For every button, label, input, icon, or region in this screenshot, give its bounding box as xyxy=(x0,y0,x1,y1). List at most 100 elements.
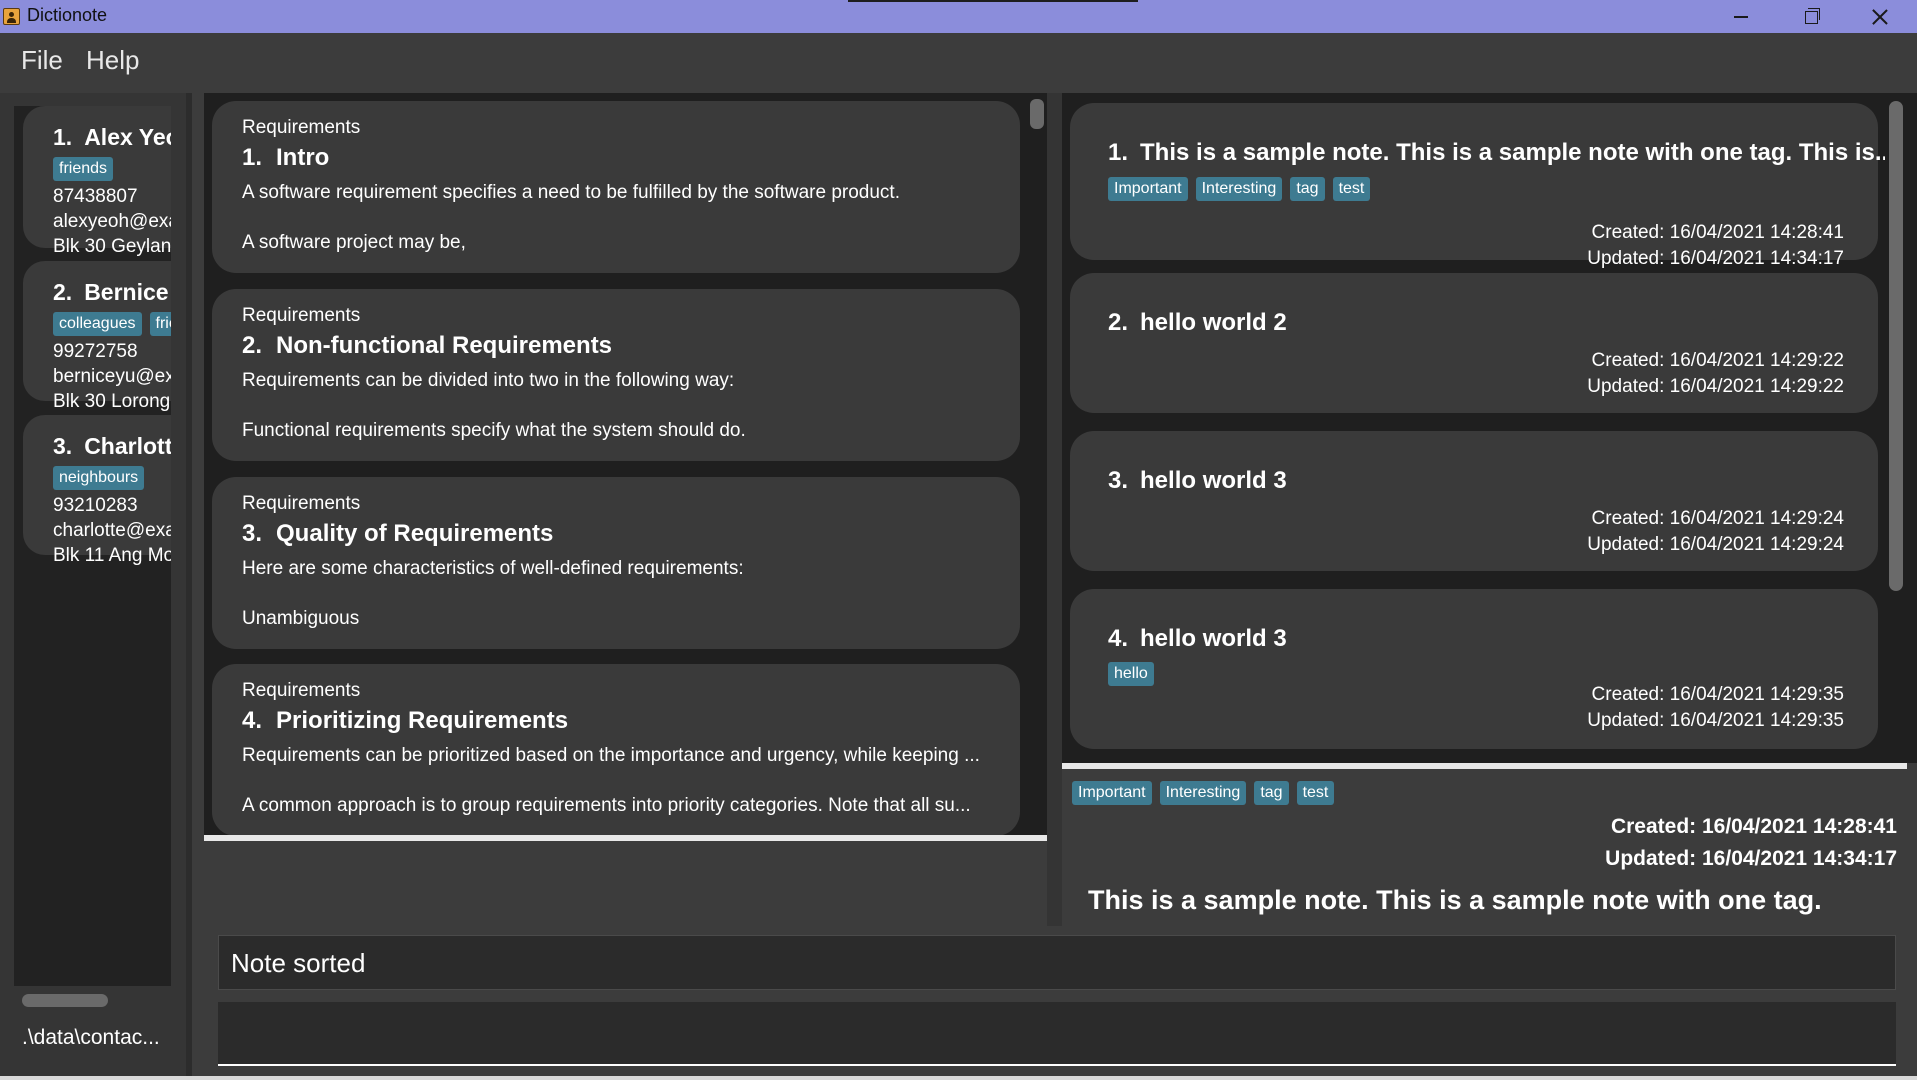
note-content-updated: Updated: 16/04/2021 14:34:17 xyxy=(1605,847,1897,870)
note-content-tags: Important Interesting tag test xyxy=(1072,781,1342,805)
dictionary-index: 2. xyxy=(242,332,263,359)
menu-help[interactable]: Help xyxy=(86,45,139,76)
dictionary-card[interactable]: Requirements 2. Non-functional Requiremen… xyxy=(212,289,1020,461)
dictionary-line: Requirements can be prioritized based on… xyxy=(242,745,980,766)
notes-vertical-scrollbar[interactable] xyxy=(1885,93,1907,763)
scrollbar-thumb[interactable] xyxy=(22,994,108,1007)
contact-address: Blk 30 Geylang Street 29 xyxy=(53,236,171,257)
dictionary-vertical-scrollbar[interactable] xyxy=(1027,93,1047,835)
note-content-body: This is a sample note. This is a sample … xyxy=(1088,885,1822,915)
dictionary-index: 3. xyxy=(242,520,263,547)
note-title: 2. hello world 2 xyxy=(1108,309,1287,337)
note-content-panel: Important Interesting tag test Created: 16/… xyxy=(1062,769,1917,926)
note-card[interactable]: 3. hello world 3 Created: 16/04/2021 14:2… xyxy=(1070,431,1878,571)
note-card[interactable]: 2. hello world 2 Created: 16/04/2021 14:2… xyxy=(1070,273,1878,413)
note-title-text: hello world 3 xyxy=(1140,625,1287,652)
dictionary-title: 2. Non-functional Requirements xyxy=(242,332,1020,360)
scrollbar-thumb[interactable] xyxy=(1889,101,1903,591)
close-icon[interactable] xyxy=(1845,0,1915,33)
dictionary-line: A software requirement specifies a need … xyxy=(242,182,900,203)
tag: friends xyxy=(53,157,114,181)
tag: neighbours xyxy=(53,466,145,490)
contact-name: 1. Alex Yeoh xyxy=(53,124,171,151)
note-index: 3. xyxy=(1108,467,1129,494)
contact-name: 2. Bernice Yu xyxy=(53,279,171,306)
note-index: 2. xyxy=(1108,309,1129,336)
dictionary-title: 4. Prioritizing Requirements xyxy=(242,707,1020,735)
contact-email: charlotte@example.com xyxy=(53,520,171,541)
dictionary-card[interactable]: Requirements 4. Prioritizing Requirements… xyxy=(212,664,1020,835)
tag: test xyxy=(1332,177,1371,201)
note-content-created: Created: 16/04/2021 14:28:41 xyxy=(1610,815,1897,838)
contacts-horizontal-scrollbar[interactable] xyxy=(14,991,171,1009)
note-created: Created: 16/04/2021 14:28:41 xyxy=(1591,222,1844,243)
contacts-list[interactable]: 1. Alex Yeoh friends 87438807 alexyeoh@ex… xyxy=(14,106,171,986)
contact-name: 3. Charlotte Oliveiro xyxy=(53,433,171,460)
dictionary-title-text: Intro xyxy=(276,144,330,171)
tag: test xyxy=(1296,781,1335,805)
contact-name-text: Charlotte Oliveiro xyxy=(84,433,171,459)
dictionary-card[interactable]: Requirements 1. Intro A software requirem… xyxy=(212,101,1020,273)
tag: tag xyxy=(1254,781,1289,805)
contact-phone: 99272758 xyxy=(53,341,138,362)
note-created: Created: 16/04/2021 14:29:22 xyxy=(1591,350,1844,371)
result-text: Note sorted xyxy=(231,948,366,978)
dictionary-title-text: Quality of Requirements xyxy=(276,520,554,547)
note-card[interactable]: 4. hello world 3 hello Created: 16/04/202… xyxy=(1070,589,1878,749)
dictionary-list[interactable]: Requirements 1. Intro A software requirem… xyxy=(204,93,1047,835)
contact-name-text: Bernice Yu xyxy=(84,279,171,305)
contacts-file-path: .\data\contac... xyxy=(22,1026,160,1049)
tag: colleagues xyxy=(53,312,142,336)
dictionary-module: Requirements xyxy=(242,680,361,701)
contact-card[interactable]: 1. Alex Yeoh friends 87438807 alexyeoh@ex… xyxy=(23,106,171,257)
note-updated: Updated: 16/04/2021 14:34:17 xyxy=(1587,248,1844,269)
note-title-text: hello world 2 xyxy=(1140,309,1287,336)
minimize-icon[interactable] xyxy=(1705,0,1775,33)
dictionary-index: 1. xyxy=(242,144,263,171)
dictionary-title: 1. Intro xyxy=(242,144,1020,172)
note-title-text: This is a sample note. This is a sample … xyxy=(1140,139,1895,166)
window-bottom-edge xyxy=(0,1076,1917,1080)
contact-email: alexyeoh@example.com xyxy=(53,211,171,232)
note-title: 1. This is a sample note. This is a sampl… xyxy=(1108,139,1895,167)
dictionary-line: A common approach is to group requiremen… xyxy=(242,795,971,816)
app-icon xyxy=(3,8,20,25)
restore-icon[interactable] xyxy=(1775,0,1845,33)
contact-card[interactable]: 2.Bernice Yu colleaguesfriends 99272758 … xyxy=(23,261,171,412)
note-title-text: hello world 3 xyxy=(1140,467,1287,494)
contact-card[interactable]: 3. Charlotte Oliveiro neighbours 93210283… xyxy=(23,415,171,566)
title-bar: Dictionote xyxy=(0,0,1917,33)
contact-index: 3. xyxy=(53,433,73,459)
note-card[interactable]: 1. This is a sample note. This is a sampl… xyxy=(1070,103,1895,269)
title-accent xyxy=(848,0,1138,2)
note-updated: Updated: 16/04/2021 14:29:24 xyxy=(1587,534,1844,555)
split-divider[interactable] xyxy=(186,93,192,1076)
contact-phone: 87438807 xyxy=(53,186,138,207)
note-created: Created: 16/04/2021 14:29:35 xyxy=(1591,684,1844,705)
result-display: Note sorted xyxy=(218,935,1896,990)
contacts-panel: 1. Alex Yeoh friends 87438807 alexyeoh@ex… xyxy=(0,93,186,1076)
dictionary-module: Requirements xyxy=(242,493,361,514)
tag: Interesting xyxy=(1195,177,1283,201)
note-timestamps: Created: 16/04/2021 14:28:41 Updated: 16… xyxy=(1587,220,1844,272)
dictionary-title-text: Non-functional Requirements xyxy=(276,332,613,359)
note-timestamps: Created: 16/04/2021 14:29:24 Updated: 16… xyxy=(1587,506,1844,558)
notes-list[interactable]: 1. This is a sample note. This is a sampl… xyxy=(1062,93,1917,763)
note-created: Created: 16/04/2021 14:29:24 xyxy=(1591,508,1844,529)
contact-index: 1. xyxy=(53,124,73,150)
contact-address: Blk 30 Lorong 3 Serangoon Gardens xyxy=(53,391,171,412)
dictionary-line: Requirements can be divided into two in … xyxy=(242,370,735,391)
note-index: 1. xyxy=(1108,139,1129,166)
command-input[interactable] xyxy=(218,1002,1896,1066)
split-divider[interactable] xyxy=(1047,93,1062,926)
dictionary-module: Requirements xyxy=(242,117,361,138)
contact-index: 2. xyxy=(53,279,73,305)
dictionary-card[interactable]: Requirements 3. Quality of Requirements H… xyxy=(212,477,1020,649)
contact-tags: friends xyxy=(53,157,171,183)
menu-file[interactable]: File xyxy=(21,45,63,76)
scrollbar-thumb[interactable] xyxy=(1030,99,1044,129)
note-updated: Updated: 16/04/2021 14:29:35 xyxy=(1587,710,1844,731)
note-tags: hello xyxy=(1108,662,1162,686)
note-index: 4. xyxy=(1108,625,1129,652)
dictionary-line: Functional requirements specify what the… xyxy=(242,420,746,441)
